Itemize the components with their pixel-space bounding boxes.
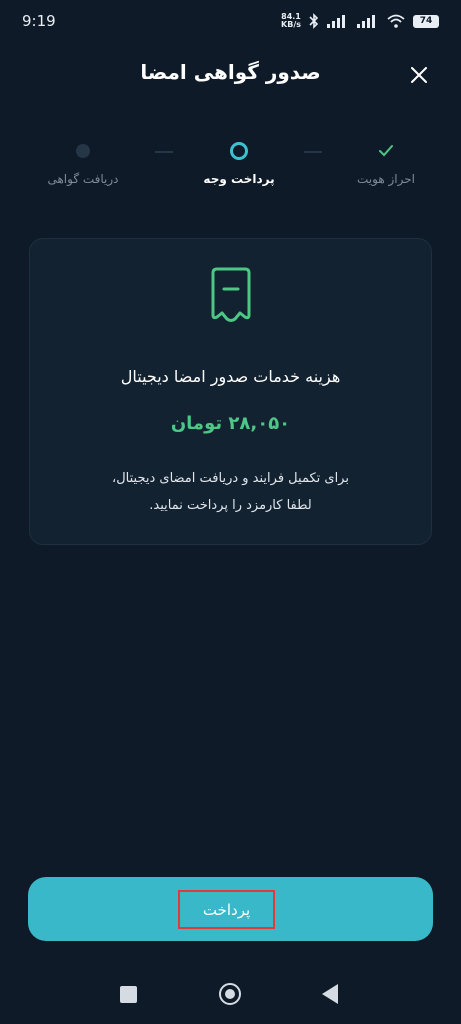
check-icon xyxy=(379,145,393,157)
battery-icon: 74 xyxy=(413,14,439,28)
pay-button-label: پرداخت xyxy=(178,890,275,929)
step-label: احراز هویت xyxy=(357,172,415,186)
fee-description-line: لطفا کارمزد را پرداخت نمایید. xyxy=(149,498,312,513)
pay-button[interactable]: پرداخت xyxy=(28,877,433,941)
page-title: صدور گواهی امضا xyxy=(140,60,321,84)
step-payment: پرداخت وجه xyxy=(184,140,294,186)
wifi-icon xyxy=(387,14,405,28)
active-step-indicator xyxy=(230,142,248,160)
signal-icon-2 xyxy=(357,15,375,28)
receipt-icon xyxy=(211,267,251,322)
fee-amount: ۲۸,۰۵۰ تومان xyxy=(170,413,291,434)
close-button[interactable] xyxy=(404,60,434,90)
network-speed-unit: KB/s xyxy=(281,20,301,29)
fee-description-line: برای تکمیل فرایند و دریافت امضای دیجیتال… xyxy=(112,471,349,486)
status-bar: 9:19 84.1 KB/s 74 xyxy=(0,0,461,42)
step-label: پرداخت وجه xyxy=(203,172,275,186)
fee-title: هزینه خدمات صدور امضا دیجیتال xyxy=(120,367,341,386)
home-button[interactable] xyxy=(219,983,241,1005)
pending-step-indicator xyxy=(76,144,90,158)
close-icon xyxy=(411,67,427,83)
step-connector xyxy=(155,151,173,153)
header: صدور گواهی امضا xyxy=(0,52,461,96)
step-label: دریافت گواهی xyxy=(47,172,119,186)
signal-icon xyxy=(327,15,345,28)
back-button[interactable] xyxy=(322,984,338,1004)
step-connector xyxy=(304,151,322,153)
step-certificate: دریافت گواهی xyxy=(28,140,138,186)
step-identity: احراز هویت xyxy=(331,140,441,186)
home-icon xyxy=(225,989,235,999)
network-speed: 84.1 KB/s xyxy=(281,13,301,29)
system-nav-bar xyxy=(0,972,461,1018)
status-icons: 84.1 KB/s 74 xyxy=(281,13,439,29)
status-time: 9:19 xyxy=(22,12,56,30)
recents-button[interactable] xyxy=(120,986,137,1003)
fee-card: هزینه خدمات صدور امضا دیجیتال ۲۸,۰۵۰ توم… xyxy=(29,238,432,545)
bluetooth-icon xyxy=(309,13,319,29)
progress-stepper: احراز هویت پرداخت وجه دریافت گواهی xyxy=(0,140,461,200)
fee-description: برای تکمیل فرایند و دریافت امضای دیجیتال… xyxy=(50,465,411,519)
